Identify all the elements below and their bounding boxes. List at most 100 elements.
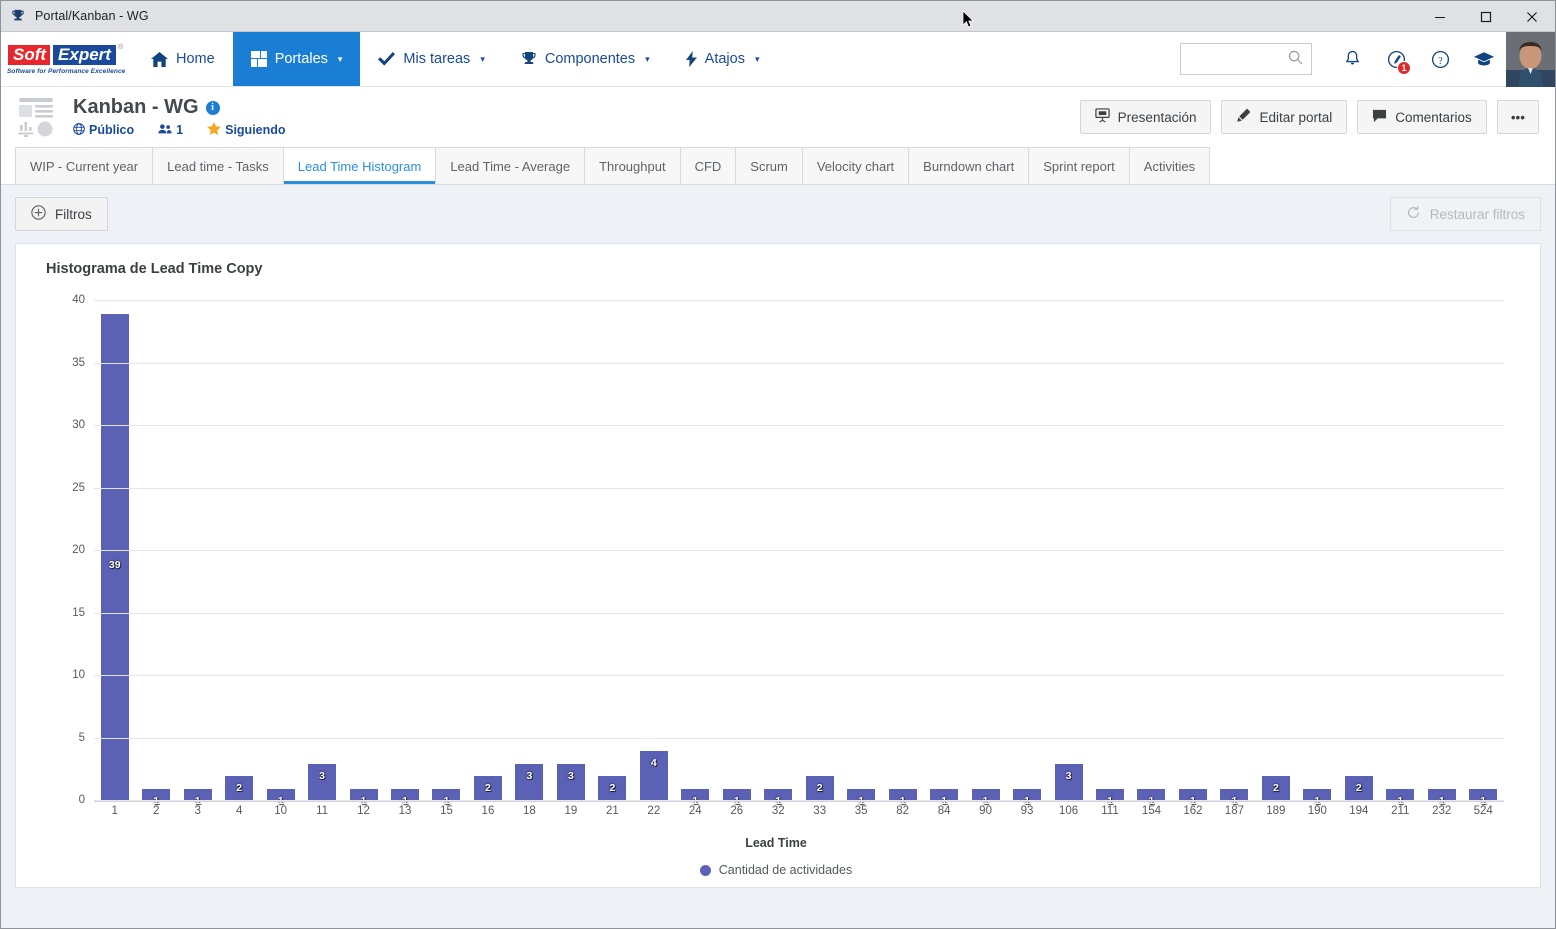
bar[interactable]: 3 [1054,763,1083,801]
bar[interactable]: 3 [308,763,337,801]
bar[interactable]: 39 [100,313,129,801]
bar[interactable]: 2 [473,776,502,801]
bar-column[interactable]: 1 [1421,301,1462,807]
bar-column[interactable]: 3 [1048,301,1089,801]
members-chip[interactable]: 1 [158,123,183,138]
tab-wip-current-year[interactable]: WIP - Current year [15,147,154,184]
bar[interactable]: 2 [1261,776,1290,801]
bar-column[interactable]: 1 [135,301,176,807]
bar[interactable]: 3 [515,763,544,801]
bar-column[interactable]: 1 [343,301,384,807]
bar-column[interactable]: 1 [840,301,881,807]
tab-lead-time-histogram[interactable]: Lead Time Histogram [282,147,437,184]
tab-throughput[interactable]: Throughput [584,147,681,184]
tab-activities[interactable]: Activities [1128,147,1211,184]
nav-item-portales[interactable]: Portales ▾ [232,32,361,86]
pen-compass-icon[interactable]: 1 [1374,32,1418,87]
bar-column[interactable]: 1 [1297,301,1338,807]
x-axis-tick-label: 2 [153,805,160,817]
bar-column[interactable]: 1 [177,301,218,807]
edit-portal-button[interactable]: Editar portal [1221,100,1348,134]
bar-column[interactable]: 1 [1380,301,1421,807]
tab-sprint-report[interactable]: Sprint report [1028,147,1130,184]
tab-cfd[interactable]: CFD [679,147,737,184]
x-axis-line [94,801,1504,802]
tab-lead-time-tasks[interactable]: Lead time - Tasks [152,147,284,184]
bar-column[interactable]: 1 [1214,301,1255,807]
bar-column[interactable]: 1 [1089,301,1130,807]
user-avatar[interactable] [1506,31,1555,87]
bar[interactable]: 2 [225,776,254,801]
tab-label: Velocity chart [816,158,895,174]
bar[interactable]: 2 [805,776,834,801]
bar-column[interactable]: 1 [1172,301,1213,807]
bar[interactable]: 2 [598,776,627,801]
bar-column[interactable]: 1 [384,301,425,807]
x-axis-tick-label: 190 [1307,805,1327,817]
y-axis-tick-label: 15 [72,606,85,619]
bar[interactable]: 3 [556,763,585,801]
bar-column[interactable]: 2 [1338,301,1379,801]
bar[interactable]: 2 [1344,776,1373,801]
visibility-chip[interactable]: Público [73,122,134,138]
tab-lead-time-average[interactable]: Lead Time - Average [435,147,586,184]
bar-column[interactable]: 2 [592,301,633,801]
restore-filters-button[interactable]: Restaurar filtros [1389,197,1541,231]
x-axis-tick-label: 32 [771,805,785,817]
bar-column[interactable]: 1 [1462,301,1503,807]
more-icon: ••• [1510,109,1525,125]
graduation-cap-icon[interactable] [1462,32,1506,87]
bar-column[interactable]: 3 [509,301,550,801]
y-axis-tick-label: 40 [72,294,85,306]
page-header-actions: Presentación Editar portal Comentarios •… [1079,100,1539,134]
bar-column[interactable]: 4 [633,301,674,801]
search-input[interactable] [1189,50,1288,68]
nav-item-home[interactable]: Home [133,32,233,86]
bar-column[interactable]: 1 [260,301,301,807]
bar-column[interactable]: 2 [1255,301,1296,801]
bar-column[interactable]: 1 [758,301,799,807]
bar-column[interactable]: 1 [716,301,757,807]
help-icon[interactable]: ? [1418,32,1462,87]
close-button[interactable] [1509,1,1555,32]
bar-column[interactable]: 39 [94,301,135,801]
notifications-bell-icon[interactable] [1330,32,1374,87]
bar-column[interactable]: 1 [1006,301,1047,807]
bar-value-label: 3 [526,769,533,782]
presentation-button[interactable]: Presentación [1079,100,1212,134]
bar-column[interactable]: 1 [426,301,467,807]
bar-column[interactable]: 2 [218,301,259,801]
bar-column[interactable]: 1 [923,301,964,807]
nav-item-mis-tareas[interactable]: Mis tareas ▾ [360,32,502,86]
info-icon[interactable]: i [205,100,220,115]
comments-button[interactable]: Comentarios [1357,100,1487,134]
nav-item-componentes[interactable]: Componentes ▾ [503,32,668,86]
more-options-button[interactable]: ••• [1496,100,1539,134]
tab-scrum[interactable]: Scrum [735,147,803,184]
bar-column[interactable]: 1 [965,301,1006,807]
filters-label: Filtros [55,206,92,222]
x-axis-tick-label: 111 [1101,805,1119,817]
tab-burndown-chart[interactable]: Burndown chart [908,147,1030,184]
bar-column[interactable]: 2 [799,301,840,801]
maximize-button[interactable] [1463,1,1509,32]
logo-expert-text: Expert [52,43,117,66]
filters-button[interactable]: Filtros [15,197,108,231]
search-box[interactable] [1180,43,1312,75]
minimize-button[interactable] [1417,1,1463,32]
nav-item-atajos[interactable]: Atajos ▾ [668,32,778,86]
bar-column[interactable]: 1 [882,301,923,807]
bar-column[interactable]: 2 [467,301,508,801]
tab-velocity-chart[interactable]: Velocity chart [801,147,910,184]
search-icon[interactable] [1288,50,1303,68]
x-axis-tick-label: 33 [813,805,827,817]
x-axis-tick-label: 35 [854,805,868,817]
bar-column[interactable]: 1 [675,301,716,807]
bar-column[interactable]: 3 [301,301,342,801]
bar-column[interactable]: 3 [550,301,591,801]
bar-value-label: 3 [1065,769,1072,782]
softexpert-logo[interactable]: Soft Expert ® Software for Performance E… [1,32,133,86]
bar-column[interactable]: 1 [1131,301,1172,807]
following-chip[interactable]: Siguiendo [207,122,286,138]
bar[interactable]: 4 [639,751,668,801]
